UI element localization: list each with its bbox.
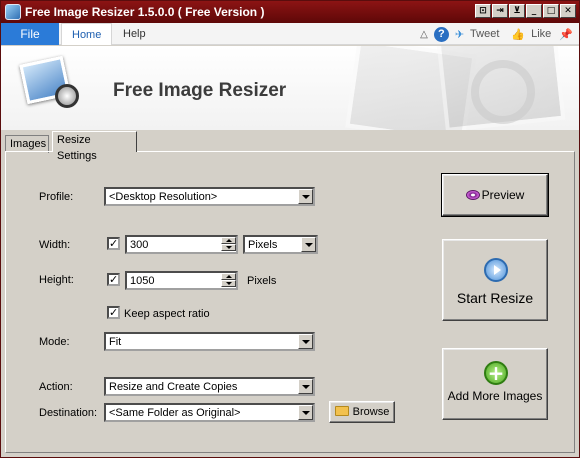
file-menu-tab[interactable]: File [1,23,59,45]
mode-label: Mode: [39,336,70,348]
roll-up-icon[interactable]: ⊻ [509,4,525,18]
folder-icon [334,406,349,416]
profile-label: Profile: [39,191,74,203]
collapse-ribbon-icon[interactable]: △ [420,29,428,40]
start-resize-button[interactable]: Start Resize [442,239,548,321]
app-title: Free Image Resizer [113,80,287,101]
pin-window-icon[interactable]: ⇥ [492,4,508,18]
height-label: Height: [39,274,74,286]
ribbon-tab-bar: File Home Help △ ? ✈ Tweet 👍 Like 📌 [1,23,579,45]
width-stepper[interactable]: 300 [125,235,238,254]
app-icon [5,4,21,20]
thumbs-up-icon: 👍 [511,28,526,41]
height-unit-label: Pixels [247,275,277,287]
width-checkbox[interactable]: ✓ [107,237,120,250]
ribbon-right-tools: △ ? ✈ Tweet 👍 Like 📌 [420,26,573,42]
add-icon: + [484,361,508,385]
restore-tray-icon[interactable]: ⊡ [475,4,491,18]
close-button[interactable]: ✕ [560,4,576,18]
destination-dropdown[interactable]: <Same Folder as Original> [104,403,315,422]
chevron-down-icon[interactable] [298,405,313,420]
chevron-down-icon[interactable] [298,334,313,349]
resize-settings-panel: Profile: <Desktop Resolution> Width: ✓ 3… [5,151,575,453]
action-label: Action: [39,381,73,393]
help-icon[interactable]: ? [433,26,449,42]
tweet-link[interactable]: Tweet [470,28,499,40]
mode-dropdown[interactable]: Fit [104,332,315,351]
tab-home[interactable]: Home [61,23,113,45]
chevron-down-icon[interactable] [298,379,313,394]
app-logo [19,54,81,112]
keep-aspect-label[interactable]: Keep aspect ratio [124,308,210,320]
maximize-button[interactable]: □ [543,4,559,18]
title-bar[interactable]: Free Image Resizer 1.5.0.0 ( Free Versio… [1,1,579,23]
width-label: Width: [39,239,71,251]
app-header-banner: Free Image Resizer [1,46,579,130]
action-dropdown[interactable]: Resize and Create Copies [104,377,315,396]
height-checkbox[interactable]: ✓ [107,273,120,286]
chevron-down-icon[interactable] [298,189,313,204]
window-title: Free Image Resizer 1.5.0.0 ( Free Versio… [25,5,265,19]
height-stepper[interactable]: 1050 [125,271,238,290]
twitter-bird-icon: ✈ [454,28,465,41]
decorative-lens [471,60,535,124]
profile-dropdown[interactable]: <Desktop Resolution> [104,187,315,206]
app-window: Free Image Resizer 1.5.0.0 ( Free Versio… [0,0,580,458]
width-spin-buttons[interactable] [221,237,236,252]
chevron-down-icon[interactable] [301,237,316,252]
play-icon [484,258,508,282]
keep-aspect-checkbox[interactable]: ✓ [107,306,120,319]
add-more-images-button[interactable]: + Add More Images [442,348,548,420]
pin-icon[interactable]: 📌 [559,28,573,41]
eye-icon [465,190,480,200]
browse-button[interactable]: Browse [329,401,395,423]
destination-label: Destination: [39,407,98,419]
width-unit-dropdown[interactable]: Pixels [243,235,318,254]
height-spin-buttons[interactable] [221,273,236,288]
minimize-button[interactable]: _ [526,4,542,18]
tab-help[interactable]: Help [113,23,156,45]
preview-button[interactable]: Preview [441,173,549,217]
tab-resize-settings[interactable]: Resize Settings [52,131,137,162]
like-link[interactable]: Like [531,28,551,40]
